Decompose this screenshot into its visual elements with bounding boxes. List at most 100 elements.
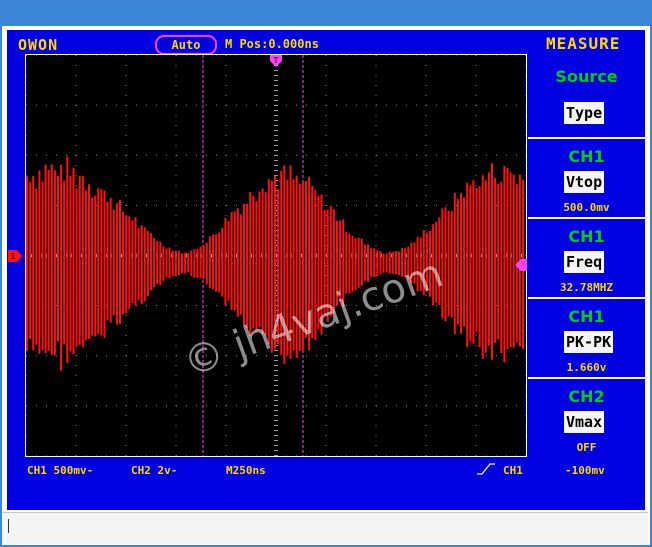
grid-dot bbox=[66, 55, 67, 56]
grid-dot bbox=[456, 455, 457, 456]
grid-dot bbox=[225, 165, 227, 166]
grid-dot bbox=[525, 345, 526, 346]
grid-dot bbox=[296, 55, 297, 56]
grid-dot bbox=[176, 355, 177, 357]
grid-dot bbox=[325, 445, 327, 446]
grid-dot bbox=[175, 245, 177, 246]
menu-item-ch1-pkpk[interactable]: CH1 PK-PK 1.660v bbox=[528, 297, 645, 377]
grid-dot bbox=[326, 405, 327, 407]
center-tick bbox=[274, 400, 278, 401]
grid-dot bbox=[375, 85, 377, 86]
grid-dot bbox=[375, 235, 377, 236]
grid-dot bbox=[425, 335, 427, 336]
grid-dot bbox=[325, 225, 327, 226]
grid-dot bbox=[525, 235, 526, 236]
grid-dot bbox=[226, 405, 227, 407]
grid-dot bbox=[225, 425, 227, 426]
menu-reading: 32.78MHZ bbox=[560, 281, 613, 294]
grid-dot bbox=[146, 104, 147, 106]
menu-label: CH2 bbox=[568, 387, 605, 406]
center-tick bbox=[274, 360, 278, 361]
grid-dot bbox=[426, 55, 427, 56]
grid-dot bbox=[186, 55, 187, 56]
grid-dot bbox=[76, 355, 77, 357]
grid-dot bbox=[225, 125, 227, 126]
grid-dot bbox=[375, 65, 377, 66]
grid-dot bbox=[136, 104, 137, 106]
text-input-area[interactable] bbox=[2, 512, 648, 544]
grid-dot bbox=[175, 375, 177, 376]
grid-dot bbox=[466, 455, 467, 456]
grid-dot bbox=[225, 385, 227, 386]
grid-dot bbox=[156, 154, 157, 156]
grid-dot bbox=[475, 135, 477, 136]
grid-dot bbox=[346, 405, 347, 407]
grid-dot bbox=[26, 355, 27, 357]
grid-dot bbox=[175, 165, 177, 166]
menu-item-ch1-freq[interactable]: CH1 Freq 32.78MHZ bbox=[528, 217, 645, 297]
window-title-bar bbox=[0, 0, 652, 26]
grid-dot bbox=[346, 204, 347, 206]
trigger-position-marker[interactable]: T bbox=[269, 54, 283, 68]
grid-dot bbox=[225, 185, 227, 186]
grid-dot bbox=[106, 104, 107, 106]
grid-dot bbox=[36, 55, 37, 56]
grid-dot bbox=[175, 395, 177, 396]
grid-dot bbox=[506, 104, 507, 106]
menu-item-source[interactable]: Source Type bbox=[528, 55, 645, 137]
grid-dot bbox=[86, 154, 87, 156]
grid-dot bbox=[456, 104, 457, 106]
grid-dot bbox=[325, 185, 327, 186]
grid-dot bbox=[375, 175, 377, 176]
grid-dot bbox=[206, 455, 207, 456]
grid-dot bbox=[436, 55, 437, 56]
trigger-level-marker[interactable] bbox=[514, 258, 528, 272]
grid-dot bbox=[425, 145, 427, 146]
grid-dot bbox=[346, 104, 347, 106]
grid-dot bbox=[196, 305, 197, 307]
grid-dot bbox=[525, 425, 526, 426]
grid-dot bbox=[125, 185, 127, 186]
center-tick bbox=[121, 253, 122, 258]
grid-dot bbox=[56, 55, 57, 56]
menu-item-ch1-vtop[interactable]: CH1 Vtop 500.0mv bbox=[528, 137, 645, 217]
center-tick bbox=[274, 120, 278, 121]
grid-dot bbox=[375, 335, 377, 336]
grid-dot bbox=[436, 154, 437, 156]
center-tick bbox=[274, 370, 278, 371]
grid-dot bbox=[306, 405, 307, 407]
text-cursor bbox=[8, 519, 9, 533]
menu-item-ch2-vmax[interactable]: CH2 Vmax OFF bbox=[528, 377, 645, 456]
grid-dot bbox=[525, 135, 526, 136]
center-tick bbox=[274, 165, 278, 166]
grid-dot bbox=[376, 204, 377, 206]
grid-dot bbox=[475, 125, 477, 126]
grid-dot bbox=[175, 295, 177, 296]
grid-dot bbox=[475, 435, 477, 436]
grid-dot bbox=[356, 405, 357, 407]
main-position-readout: M Pos:0.000ns bbox=[225, 37, 319, 51]
grid-dot bbox=[375, 385, 377, 386]
grid-dot bbox=[475, 175, 477, 176]
grid-dot bbox=[125, 365, 127, 366]
grid-dot bbox=[286, 355, 287, 357]
grid-dot bbox=[225, 65, 227, 66]
grid-dot bbox=[475, 365, 477, 366]
grid-dot bbox=[375, 325, 377, 326]
grid-dot bbox=[196, 55, 197, 56]
grid-dot bbox=[26, 135, 27, 136]
grid-dot bbox=[475, 145, 477, 146]
grid-dot bbox=[175, 65, 177, 66]
ch1-ground-marker[interactable]: 1 bbox=[7, 249, 23, 263]
grid-dot bbox=[146, 204, 147, 206]
grid-dot bbox=[406, 405, 407, 407]
grid-dot bbox=[225, 195, 227, 196]
grid-dot bbox=[366, 55, 367, 56]
center-tick bbox=[274, 385, 278, 386]
grid-dot bbox=[196, 154, 197, 156]
grid-dot bbox=[216, 104, 217, 106]
grid-dot bbox=[125, 165, 127, 166]
center-tick bbox=[521, 253, 522, 258]
grid-dot bbox=[176, 455, 177, 456]
grid-dot bbox=[325, 125, 327, 126]
